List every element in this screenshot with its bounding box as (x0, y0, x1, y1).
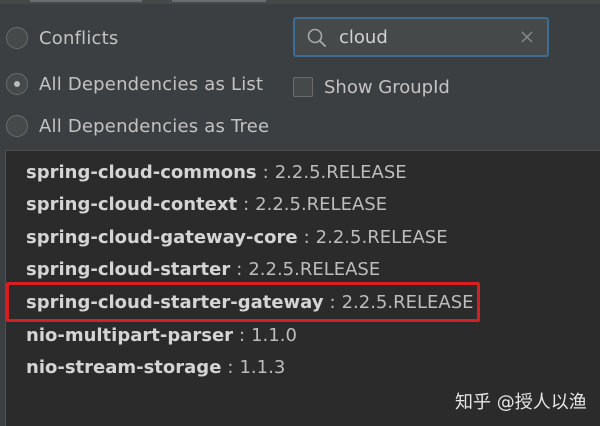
clear-icon[interactable] (519, 29, 535, 45)
radio-label: All Dependencies as List (39, 73, 264, 95)
dependency-name: spring-cloud-starter-gateway (26, 291, 324, 313)
radio-button[interactable] (6, 115, 28, 137)
separator: : (262, 161, 269, 183)
radio-button[interactable] (6, 27, 28, 49)
dependency-name: spring-cloud-commons (26, 161, 257, 183)
separator: : (329, 291, 336, 313)
dependency-name: spring-cloud-context (26, 193, 238, 215)
search-icon (307, 28, 326, 47)
dependency-name: spring-cloud-gateway-core (26, 226, 298, 248)
dependency-version: 1.1.3 (239, 356, 286, 378)
dependency-analyzer-panel: Conflicts All Dependencies as List All D… (0, 0, 600, 426)
radio-all-dependencies-tree[interactable]: All Dependencies as Tree (6, 111, 269, 141)
search-box[interactable] (293, 17, 549, 57)
show-groupid-checkbox[interactable] (293, 77, 313, 97)
dependency-list[interactable]: spring-cloud-commons : 2.2.5.RELEASE spr… (5, 150, 600, 426)
list-item[interactable]: spring-cloud-starter : 2.2.5.RELEASE (6, 253, 566, 285)
show-groupid-label: Show GroupId (324, 76, 450, 98)
dependency-name: spring-cloud-starter (26, 258, 231, 280)
list-item[interactable]: spring-cloud-commons : 2.2.5.RELEASE (6, 156, 566, 188)
separator: : (227, 356, 234, 378)
list-item-highlighted[interactable]: spring-cloud-starter-gateway : 2.2.5.REL… (6, 286, 566, 318)
separator: : (303, 226, 310, 248)
list-item[interactable]: nio-stream-storage : 1.1.3 (6, 351, 566, 383)
radio-conflicts[interactable]: Conflicts (6, 23, 118, 53)
separator: : (239, 324, 246, 346)
dependency-version: 2.2.5.RELEASE (255, 193, 388, 215)
search-input[interactable] (339, 24, 509, 50)
dependency-version: 2.2.5.RELEASE (274, 161, 407, 183)
dependency-version: 2.2.5.RELEASE (341, 291, 474, 313)
radio-label: Conflicts (39, 27, 119, 49)
dependency-version: 2.2.5.RELEASE (248, 258, 381, 280)
separator: : (236, 258, 243, 280)
separator: : (243, 193, 250, 215)
list-item[interactable]: nio-multipart-parser : 1.1.0 (6, 319, 566, 351)
list-item[interactable]: spring-cloud-gateway-core : 2.2.5.RELEAS… (6, 221, 566, 253)
radio-button-selected[interactable] (6, 73, 28, 95)
show-groupid-toggle[interactable]: Show GroupId (293, 72, 450, 102)
watermark: 知乎 @授人以渔 (455, 392, 587, 413)
dependency-version: 2.2.5.RELEASE (315, 226, 448, 248)
dependency-name: nio-multipart-parser (26, 324, 234, 346)
radio-all-dependencies-list[interactable]: All Dependencies as List (6, 69, 263, 99)
list-item[interactable]: spring-cloud-context : 2.2.5.RELEASE (6, 188, 566, 220)
radio-label: All Dependencies as Tree (39, 115, 270, 137)
dependency-name: nio-stream-storage (26, 356, 222, 378)
view-options: Conflicts All Dependencies as List All D… (0, 0, 600, 148)
dependency-version: 1.1.0 (251, 324, 297, 346)
